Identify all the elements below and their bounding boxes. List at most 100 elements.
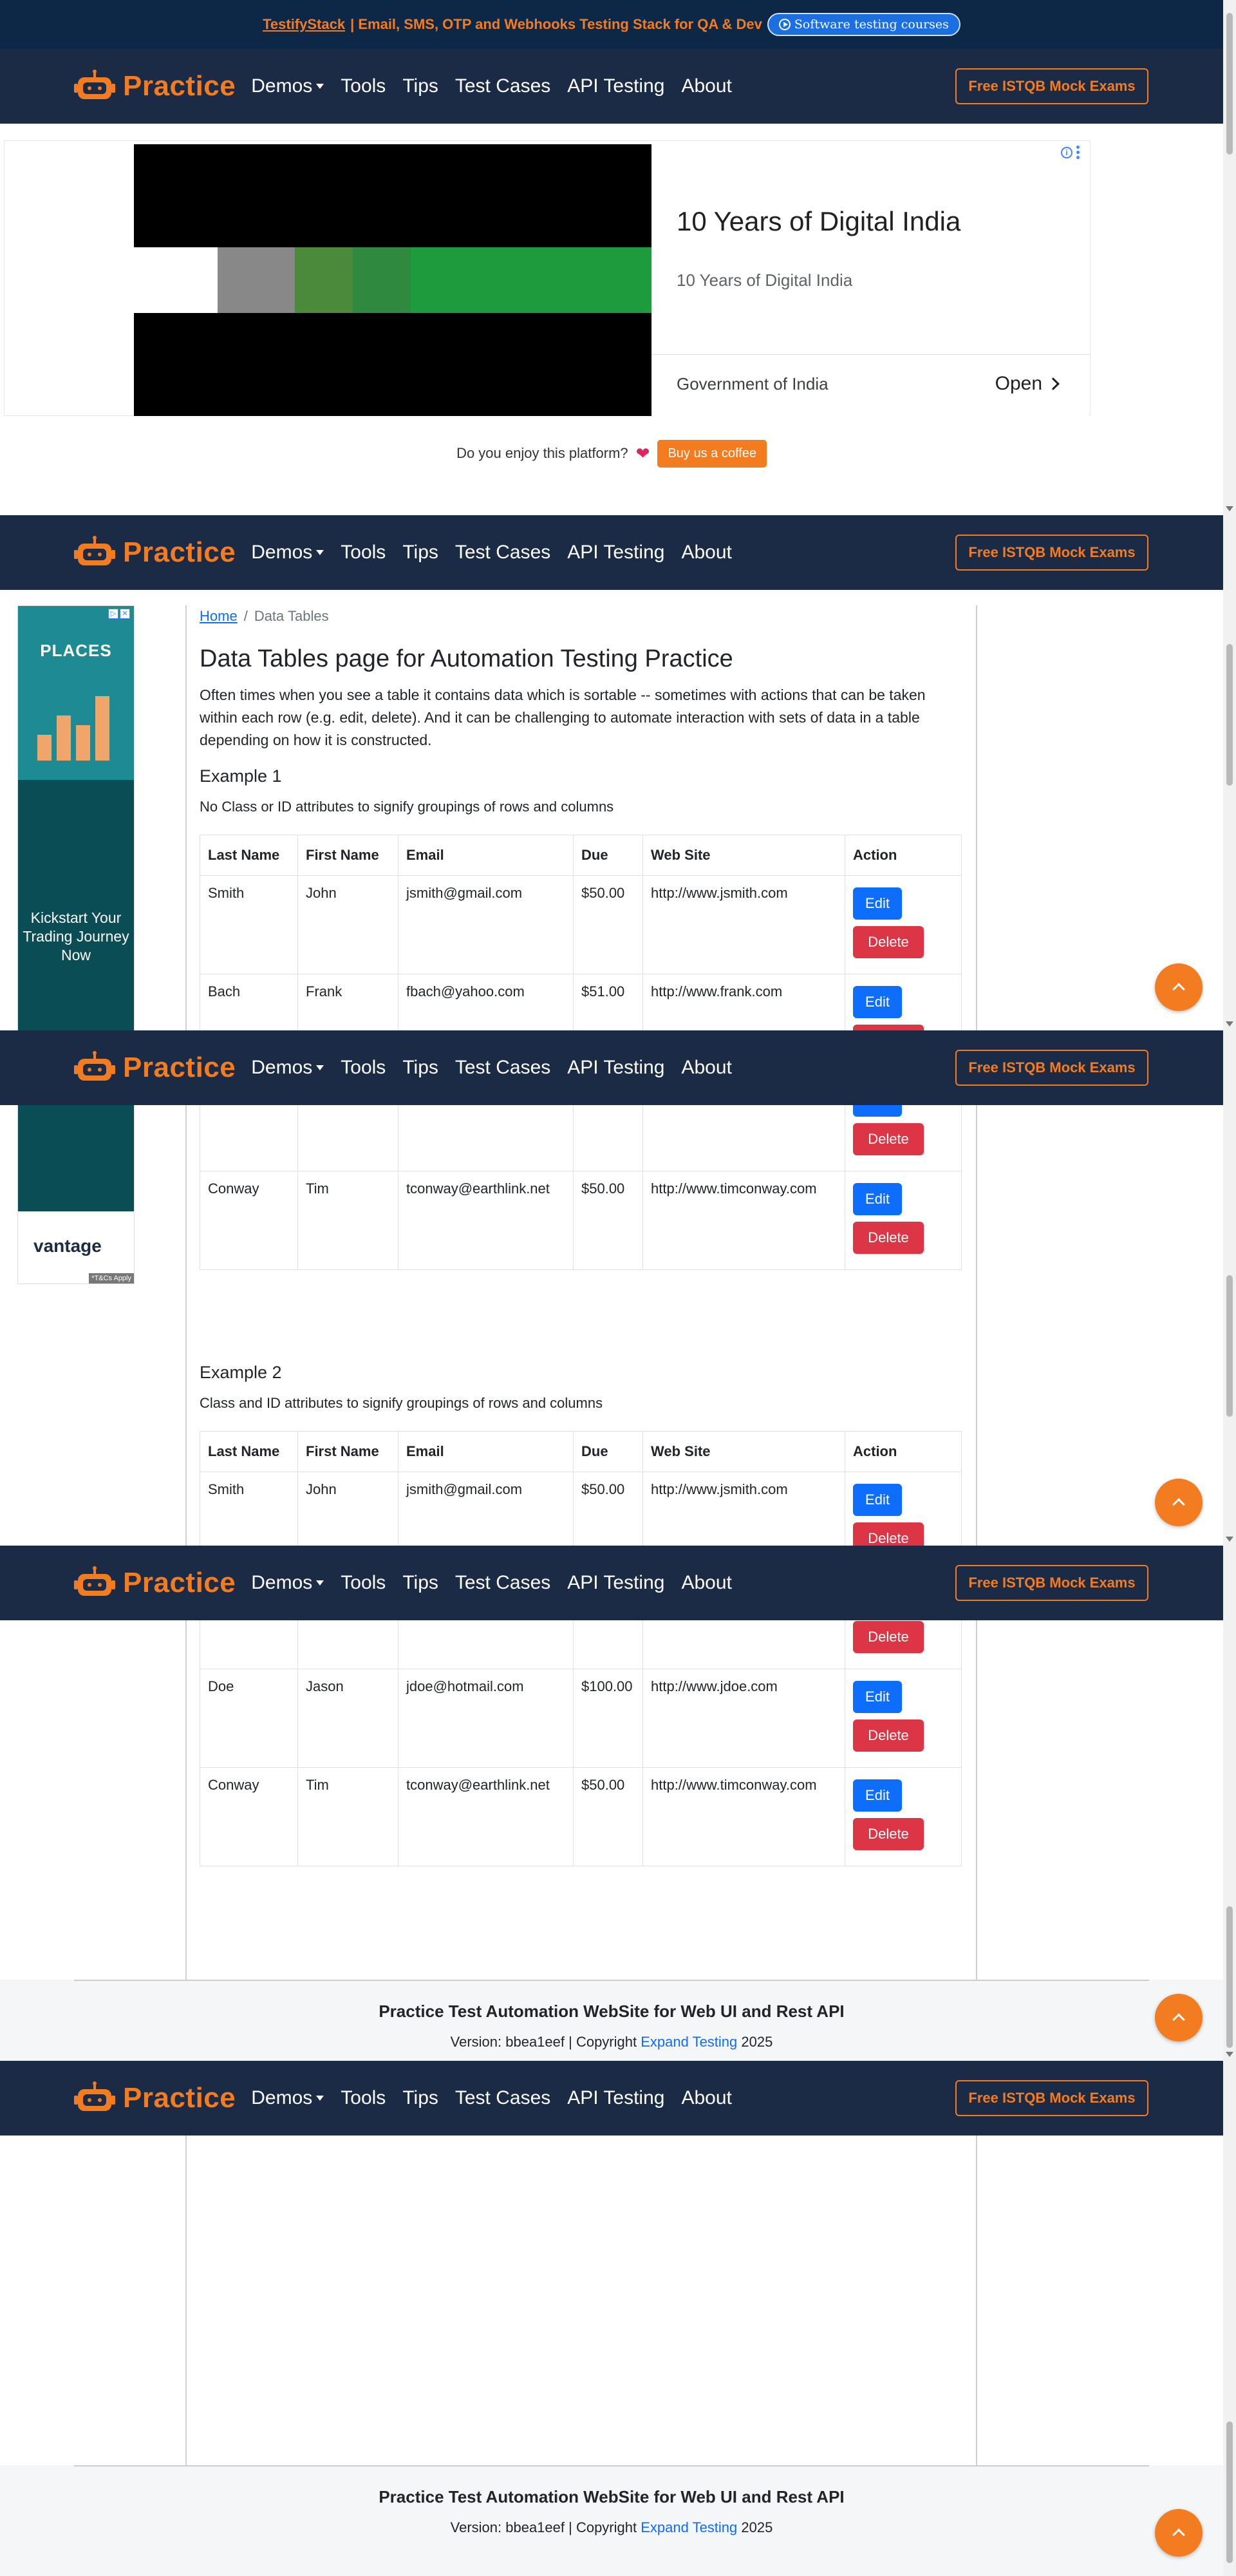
nav-about[interactable]: About [681,2087,731,2109]
scroll-down-icon[interactable] [1226,1021,1233,1027]
nav-demos[interactable]: Demos [251,75,324,97]
delete-button[interactable]: Delete [853,1621,924,1653]
istqb-mock-button[interactable]: Free ISTQB Mock Exams [955,68,1148,104]
edit-button[interactable]: Edit [853,1779,902,1812]
column-header[interactable]: Last Name [200,835,298,876]
table-cell: Conway [200,1171,298,1270]
nav-test-cases[interactable]: Test Cases [455,2087,550,2109]
edit-button[interactable]: Edit [853,1484,902,1516]
column-header[interactable]: Web Site [642,835,845,876]
column-header[interactable]: Due [573,835,643,876]
nav-tips[interactable]: Tips [402,2087,438,2109]
column-header[interactable]: Last Name [200,1431,298,1472]
breadcrumb-home[interactable]: Home [200,608,238,625]
nav-tools[interactable]: Tools [341,2087,386,2109]
delete-button[interactable]: Delete [853,1123,924,1155]
ad-image[interactable] [134,144,651,416]
scrollbar-thumb[interactable] [1226,644,1233,786]
back-to-top-button[interactable] [1155,2509,1203,2557]
nav-api-testing[interactable]: API Testing [567,1057,664,1079]
nav-demos[interactable]: Demos [251,2087,324,2109]
istqb-mock-button[interactable]: Free ISTQB Mock Exams [955,535,1148,571]
site-logo[interactable]: Practice [74,536,236,569]
scrollbar-thumb[interactable] [1226,1906,1233,2048]
column-header[interactable]: Action [845,1431,962,1472]
promo-brand-link[interactable]: TestifyStack [263,16,345,33]
side-ad[interactable]: PLACES ▷ ✕ Kickstart Your Trading Journey… [17,605,135,1284]
istqb-mock-button[interactable]: Free ISTQB Mock Exams [955,1050,1148,1086]
edit-button[interactable]: Edit [853,986,902,1018]
edit-button[interactable]: Edit [853,1681,902,1713]
column-header[interactable]: Due [573,1431,643,1472]
ad-choices-icon[interactable]: ▷ [108,609,118,619]
scroll-down-icon[interactable] [1226,2052,1233,2057]
column-header[interactable]: Email [398,1431,574,1472]
istqb-mock-button[interactable]: Free ISTQB Mock Exams [955,1565,1148,1601]
table-row: Conway Tim tconway@earthlink.net $50.00 http… [200,1767,962,1866]
nav-tools[interactable]: Tools [341,75,386,97]
ad-text-panel[interactable]: 10 Years of Digital India 10 Years of Di… [651,144,1090,416]
istqb-mock-button[interactable]: Free ISTQB Mock Exams [955,2080,1148,2116]
buy-coffee-button[interactable]: Buy us a coffee [657,439,767,468]
nav-tools[interactable]: Tools [341,542,386,564]
promo-text[interactable]: | Email, SMS, OTP and Webhooks Testing S… [350,16,762,33]
scrollbar-thumb[interactable] [1226,2421,1233,2563]
nav-api-testing[interactable]: API Testing [567,542,664,564]
back-to-top-button[interactable] [1155,1994,1203,2041]
nav-demos[interactable]: Demos [251,1057,324,1079]
column-header[interactable]: First Name [297,1431,398,1472]
ad-open-button[interactable]: Open [995,373,1060,395]
nav-api-testing[interactable]: API Testing [567,1572,664,1594]
courses-pill-button[interactable]: Software testing courses [767,13,960,36]
ad-info-icon[interactable]: i [1061,147,1072,158]
column-header[interactable]: Web Site [642,1431,845,1472]
scroll-down-icon[interactable] [1226,506,1233,511]
edit-button[interactable]: Edit [853,1183,902,1215]
footer-company-link[interactable]: Expand Testing [641,2034,737,2050]
edit-button[interactable]: Edit [853,887,902,920]
delete-button[interactable]: Delete [853,926,924,958]
nav-tips[interactable]: Tips [402,75,438,97]
site-logo[interactable]: Practice [74,1566,236,1600]
delete-button[interactable]: Delete [853,1818,924,1850]
site-logo[interactable]: Practice [74,70,236,103]
column-header[interactable]: Email [398,835,574,876]
nav-test-cases[interactable]: Test Cases [455,1057,550,1079]
footer-company-link[interactable]: Expand Testing [641,2519,737,2535]
scrollbar-thumb[interactable] [1226,1275,1233,1417]
nav-about[interactable]: About [681,1057,731,1079]
nav-demos[interactable]: Demos [251,542,324,564]
nav-demos-label: Demos [251,2087,313,2108]
site-logo[interactable]: Practice [74,1051,236,1084]
scrollbar-thumb[interactable] [1226,13,1233,155]
footer-repeat: Practice Test Automation WebSite for Web… [0,2465,1223,2576]
back-to-top-button[interactable] [1155,963,1203,1011]
nav-tips[interactable]: Tips [402,542,438,564]
scroll-down-icon[interactable] [1226,1537,1233,1542]
footer-title: Practice Test Automation WebSite for Web… [379,2487,845,2506]
column-header[interactable]: Action [845,835,962,876]
nav-test-cases[interactable]: Test Cases [455,75,550,97]
ad-menu-icon[interactable] [1076,146,1080,160]
delete-button[interactable]: Delete [853,1719,924,1752]
nav-tools[interactable]: Tools [341,1572,386,1594]
nav-about[interactable]: About [681,542,731,564]
close-icon[interactable]: ✕ [120,609,130,619]
content-divider [185,605,187,2473]
nav-api-testing[interactable]: API Testing [567,2087,664,2109]
nav-about[interactable]: About [681,1572,731,1594]
logo-text: Practice [123,1567,236,1598]
nav-demos[interactable]: Demos [251,1572,324,1594]
nav-test-cases[interactable]: Test Cases [455,542,550,564]
delete-button[interactable]: Delete [853,1222,924,1254]
nav-tips[interactable]: Tips [402,1572,438,1594]
breadcrumb: Home / Data Tables [200,608,329,625]
site-logo[interactable]: Practice [74,2081,236,2115]
nav-tips[interactable]: Tips [402,1057,438,1079]
nav-about[interactable]: About [681,75,731,97]
column-header[interactable]: First Name [297,835,398,876]
nav-test-cases[interactable]: Test Cases [455,1572,550,1594]
back-to-top-button[interactable] [1155,1479,1203,1526]
nav-tools[interactable]: Tools [341,1057,386,1079]
nav-api-testing[interactable]: API Testing [567,75,664,97]
